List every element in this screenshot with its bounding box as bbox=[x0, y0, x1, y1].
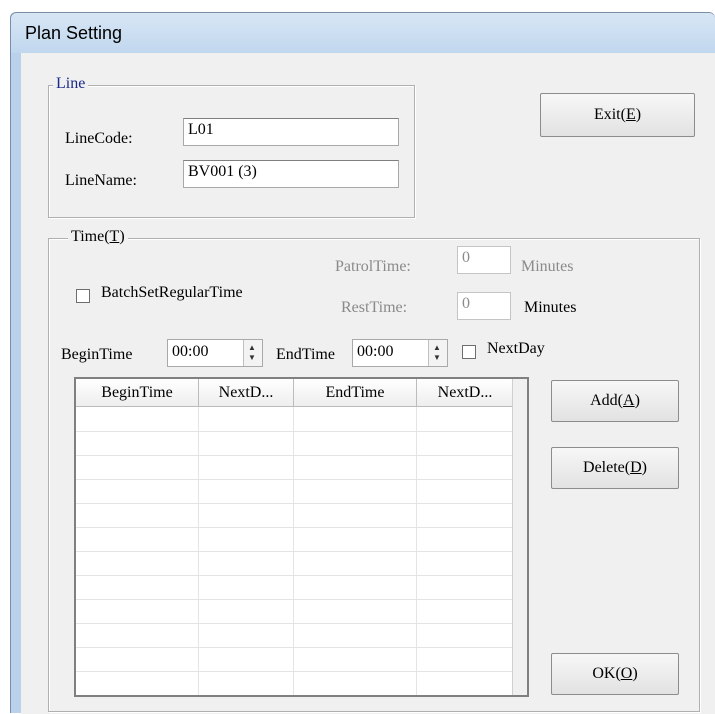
grid-line bbox=[76, 599, 514, 600]
patrol-time-field[interactable]: 0 bbox=[457, 246, 511, 274]
grid-line bbox=[76, 503, 514, 504]
plan-setting-window: Plan Setting Line LineCode: L01 LineName… bbox=[10, 12, 715, 714]
end-time-value: 00:00 bbox=[357, 343, 394, 360]
grid-line bbox=[76, 623, 514, 624]
column-header[interactable]: NextD... bbox=[417, 379, 514, 407]
patrol-time-value: 0 bbox=[462, 249, 470, 266]
rest-time-field[interactable]: 0 bbox=[457, 292, 511, 320]
rest-time-label: RestTime: bbox=[341, 299, 408, 316]
delete-button-mnemonic: D bbox=[630, 459, 642, 476]
window-title: Plan Setting bbox=[25, 23, 123, 43]
time-list-table[interactable]: BeginTime NextD... EndTime NextD... bbox=[74, 377, 529, 697]
batch-set-regular-time-checkbox[interactable] bbox=[76, 289, 90, 303]
begin-time-spin-buttons[interactable]: ▲ ▼ bbox=[243, 340, 262, 366]
grid-line bbox=[76, 431, 514, 432]
end-time-label: EndTime bbox=[276, 346, 335, 363]
time-legend-mnemonic: T bbox=[109, 228, 120, 245]
exit-button[interactable]: Exit(E) bbox=[540, 93, 695, 137]
time-group-legend: Time(T) bbox=[68, 228, 128, 246]
grid-line bbox=[76, 455, 514, 456]
exit-button-label: Exit( bbox=[593, 106, 626, 123]
grid-line bbox=[76, 671, 514, 672]
batch-set-regular-time-label: BatchSetRegularTime bbox=[101, 284, 243, 301]
grid-line bbox=[416, 407, 417, 695]
add-button-suffix: ) bbox=[634, 392, 640, 409]
grid-line bbox=[76, 527, 514, 528]
line-code-field[interactable]: L01 bbox=[183, 118, 399, 146]
column-header[interactable]: NextD... bbox=[199, 379, 294, 407]
line-group-legend: Line bbox=[53, 75, 89, 93]
end-time-spinner[interactable]: 00:00 ▲ ▼ bbox=[352, 339, 448, 367]
begin-time-spinner[interactable]: 00:00 ▲ ▼ bbox=[167, 339, 263, 367]
begin-time-label: BeginTime bbox=[61, 346, 133, 363]
column-header[interactable]: EndTime bbox=[294, 379, 417, 407]
end-time-spin-buttons[interactable]: ▲ ▼ bbox=[428, 340, 447, 366]
patrol-time-unit: Minutes bbox=[521, 258, 574, 275]
rest-time-value: 0 bbox=[462, 295, 470, 312]
grid-line bbox=[293, 407, 294, 695]
ok-button-mnemonic: O bbox=[620, 665, 633, 682]
begin-time-value: 00:00 bbox=[172, 343, 209, 360]
line-name-label: LineName: bbox=[65, 172, 137, 189]
grid-line bbox=[198, 407, 199, 695]
line-group bbox=[48, 85, 415, 218]
line-code-label: LineCode: bbox=[65, 130, 133, 147]
delete-button-label: Delete( bbox=[583, 459, 631, 476]
delete-button[interactable]: Delete(D) bbox=[551, 447, 679, 489]
delete-button-suffix: ) bbox=[641, 459, 647, 476]
rest-time-unit: Minutes bbox=[524, 299, 577, 316]
line-code-value: L01 bbox=[188, 121, 214, 138]
title-bar[interactable]: Plan Setting bbox=[11, 13, 715, 53]
ok-button[interactable]: OK(O) bbox=[551, 653, 679, 695]
next-day-checkbox[interactable] bbox=[462, 345, 476, 359]
exit-button-suffix: ) bbox=[635, 106, 642, 123]
grid-line bbox=[76, 575, 514, 576]
spin-up-icon[interactable]: ▲ bbox=[433, 344, 441, 352]
add-button-mnemonic: A bbox=[623, 392, 635, 409]
ok-button-label: OK( bbox=[592, 665, 621, 682]
grid-line bbox=[76, 479, 514, 480]
dialog-client-area: Line LineCode: L01 LineName: BV001 (3) E… bbox=[21, 53, 715, 714]
time-legend-prefix: Time( bbox=[71, 228, 110, 245]
vertical-scrollbar[interactable] bbox=[512, 379, 527, 695]
spin-down-icon[interactable]: ▼ bbox=[248, 354, 256, 362]
grid-line bbox=[76, 647, 514, 648]
patrol-time-label: PatrolTime: bbox=[335, 258, 411, 275]
line-name-value: BV001 (3) bbox=[188, 163, 257, 180]
add-button-label: Add( bbox=[590, 392, 623, 409]
ok-button-suffix: ) bbox=[632, 665, 638, 682]
spin-up-icon[interactable]: ▲ bbox=[248, 344, 256, 352]
column-header[interactable]: BeginTime bbox=[76, 379, 199, 407]
spin-down-icon[interactable]: ▼ bbox=[433, 354, 441, 362]
line-name-field[interactable]: BV001 (3) bbox=[183, 160, 399, 188]
grid-line bbox=[76, 551, 514, 552]
next-day-label: NextDay bbox=[487, 340, 545, 357]
time-legend-suffix: ) bbox=[119, 228, 125, 245]
exit-button-mnemonic: E bbox=[625, 106, 636, 123]
add-button[interactable]: Add(A) bbox=[551, 380, 679, 422]
